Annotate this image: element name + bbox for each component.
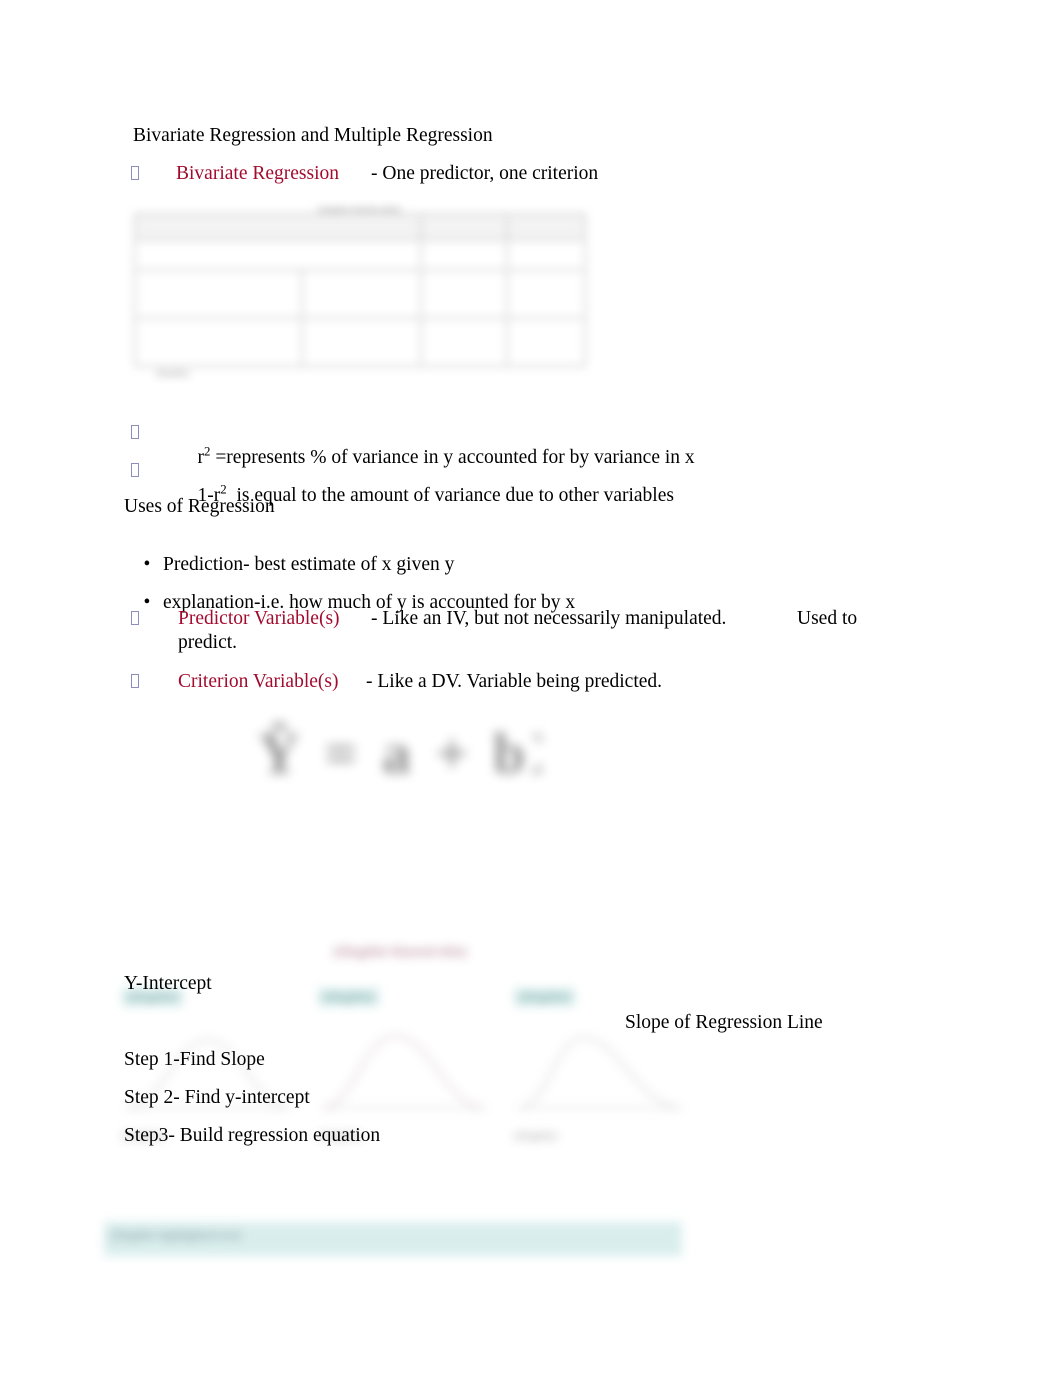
slide-column-heading: (illegible)	[514, 988, 576, 1006]
distribution-curve-icon	[321, 1035, 487, 1109]
definition-predictor-variable-tail: predict.	[178, 632, 238, 653]
definition-predictor-variable-tail-data: Used to predict.	[0, 0, 1, 1]
step-3: Step3- Build regression equation	[124, 1125, 381, 1146]
table-image-footnote: (illegible)	[155, 368, 190, 377]
list-marker-glyph-icon	[131, 163, 139, 185]
list-marker-glyph-icon	[131, 422, 139, 444]
one-minus-r-squared-text: is equal to the amount of variance due t…	[226, 484, 674, 506]
equation-text: Ŷ = a + bX	[258, 721, 541, 786]
definition-predictor-variable-tail-head: Used to	[797, 608, 858, 629]
table-image-grid	[134, 213, 586, 367]
table-row	[420, 270, 508, 319]
label-slope-of-regression-line: Slope of Regression Line	[625, 1012, 823, 1033]
bullet-dot-icon: •	[143, 592, 151, 613]
embedded-equation-image: Ŷ = a + bX	[258, 718, 541, 804]
term-criterion-variable: Criterion Variable(s)	[178, 671, 339, 692]
definition-predictor-variable: - Like an IV, but not necessarily manipu…	[371, 608, 727, 629]
slide-image-title: (illegible blurred title)	[333, 944, 467, 960]
page-title: Bivariate Regression and Multiple Regres…	[133, 125, 493, 146]
table-row	[507, 240, 585, 271]
table-row	[420, 214, 508, 241]
list-marker-glyph-icon	[131, 671, 139, 693]
slide-image-column: (illegible) (illegible)	[318, 988, 493, 1145]
term-bivariate-regression: Bivariate Regression	[176, 163, 339, 184]
step-1: Step 1-Find Slope	[124, 1049, 265, 1070]
table-row	[507, 318, 585, 366]
table-row	[302, 318, 421, 366]
table-row	[507, 214, 585, 241]
slide-image-highlight-text: (illegible highlighted text)	[110, 1228, 242, 1242]
table-row	[135, 318, 303, 366]
table-row	[420, 240, 508, 271]
step-2: Step 2- Find y-intercept	[124, 1087, 310, 1108]
document-page: Bivariate Regression and Multiple Regres…	[0, 0, 1062, 1377]
slide-column-heading: (illegible)	[318, 988, 380, 1006]
section-heading-uses-of-regression: Uses of Regression	[124, 496, 275, 517]
slide-column-body: (illegible)	[514, 1130, 558, 1142]
table-row	[135, 270, 303, 319]
table-row	[507, 270, 585, 319]
definition-bivariate-regression: - One predictor, one criterion	[371, 163, 599, 184]
embedded-table-image: (illegible blurred table) (illegible)	[128, 207, 590, 377]
definition-criterion-variable: - Like a DV. Variable being predicted.	[366, 671, 663, 692]
list-marker-glyph-icon	[131, 460, 139, 482]
table-row	[302, 270, 421, 319]
term-predictor-variable: Predictor Variable(s)	[178, 608, 340, 629]
table-row	[135, 214, 421, 241]
label-y-intercept: Y-Intercept	[124, 973, 212, 994]
list-marker-glyph-icon	[131, 608, 139, 630]
table-row	[420, 318, 508, 366]
table-row	[135, 240, 421, 271]
